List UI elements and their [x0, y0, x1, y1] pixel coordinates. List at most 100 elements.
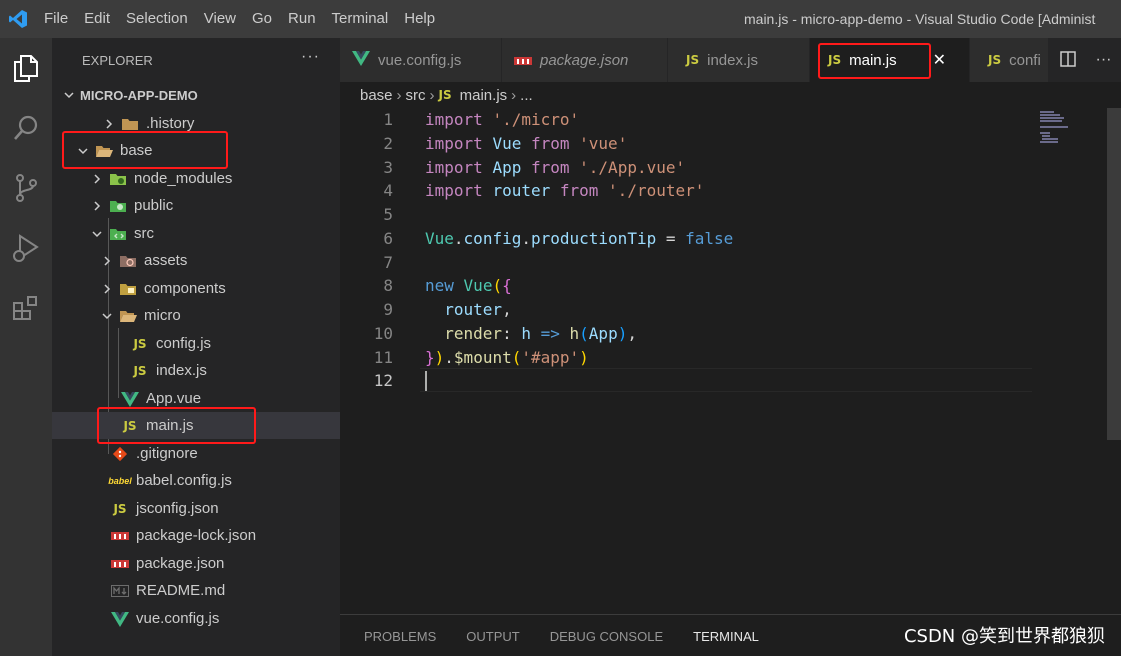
js-file-icon: JS	[438, 88, 452, 102]
minimap-line	[1040, 111, 1054, 113]
minimap-line	[1040, 120, 1062, 122]
menu-run[interactable]: Run	[280, 0, 324, 38]
more-actions-icon[interactable]: ···	[1096, 51, 1112, 69]
menu-file[interactable]: File	[36, 0, 76, 38]
code-editor[interactable]: 1 2 3 4 5 6 7 8 9 10 11 12 import './mic…	[340, 108, 1121, 614]
tree-item-label: micro	[144, 307, 181, 324]
tree-item-package-lock[interactable]: package-lock.json	[52, 522, 340, 549]
vscode-logo-icon	[0, 0, 36, 38]
line-number: 4	[383, 181, 393, 200]
line-number: 11	[373, 348, 393, 367]
babel-file-icon: babel	[108, 475, 132, 486]
line-number: 9	[383, 300, 393, 319]
tree-item-gitignore[interactable]: .gitignore	[52, 440, 340, 467]
chevron-right-icon	[90, 172, 104, 186]
tree-item-label: jsconfig.json	[136, 500, 219, 517]
chevron-right-icon	[100, 282, 114, 296]
code-line: router,	[444, 300, 512, 319]
search-icon[interactable]	[0, 98, 52, 158]
vue-file-icon	[352, 50, 370, 70]
src-folder-icon	[108, 225, 128, 243]
tab-label: vue.config.js	[378, 51, 462, 69]
activity-bar	[0, 38, 52, 656]
explorer-icon[interactable]	[0, 38, 52, 98]
run-debug-icon[interactable]	[0, 218, 52, 278]
split-editor-icon[interactable]	[1059, 50, 1077, 71]
tab-package-json[interactable]: package.json	[502, 38, 668, 82]
tree-item-label: App.vue	[146, 390, 202, 407]
chevron-right-icon	[90, 199, 104, 213]
minimap-line	[1040, 117, 1064, 119]
minimap-line	[1042, 135, 1050, 137]
breadcrumb-item[interactable]: base	[360, 87, 393, 104]
tree-item-babel-config[interactable]: babel babel.config.js	[52, 467, 340, 494]
tab-debug-console[interactable]: DEBUG CONSOLE	[550, 615, 663, 656]
markdown-file-icon	[110, 582, 130, 600]
tab-problems[interactable]: PROBLEMS	[364, 615, 436, 656]
tree-item-vue-config[interactable]: vue.config.js	[52, 605, 340, 632]
line-number: 10	[373, 324, 393, 343]
project-root[interactable]: MICRO-APP-DEMO	[52, 82, 340, 108]
breadcrumb-item[interactable]: ...	[520, 87, 533, 104]
tab-vue-config[interactable]: vue.config.js	[340, 38, 502, 82]
window-title: main.js - micro-app-demo - Visual Studio…	[744, 11, 1096, 27]
tree-item-readme[interactable]: README.md	[52, 577, 340, 604]
explorer-header: EXPLORER ···	[52, 38, 340, 82]
watermark: CSDN @笑到世界都狼狈	[903, 626, 1105, 647]
folder-open-icon	[118, 307, 138, 325]
tab-index-js[interactable]: JS index.js	[668, 38, 810, 82]
chevron-down-icon	[62, 88, 76, 102]
minimap-line	[1040, 141, 1058, 143]
extensions-icon[interactable]	[0, 278, 52, 338]
tree-item-jsconfig[interactable]: JS jsconfig.json	[52, 495, 340, 522]
npm-file-icon	[514, 52, 532, 69]
tree-item-public[interactable]: public	[52, 192, 340, 219]
editor-actions: ···	[1049, 38, 1121, 82]
minimap[interactable]	[1037, 108, 1121, 614]
tree-item-micro[interactable]: micro	[52, 302, 340, 329]
tab-config-js[interactable]: JS confi	[970, 38, 1049, 82]
chevron-right-icon: ›	[396, 86, 402, 104]
breadcrumb-item[interactable]: src	[406, 87, 426, 104]
tree-item-label: .history	[146, 115, 195, 132]
menu-go[interactable]: Go	[244, 0, 280, 38]
tree-item-assets[interactable]: assets	[52, 247, 340, 274]
tree-item-label: package-lock.json	[136, 527, 257, 544]
current-line-highlight	[420, 368, 1032, 392]
tree-item-src[interactable]: src	[52, 220, 340, 247]
code-line: }).$mount('#app')	[425, 348, 589, 367]
tree-item-label: package.json	[136, 555, 225, 572]
close-icon[interactable]: ✕	[933, 50, 946, 70]
menu-help[interactable]: Help	[396, 0, 443, 38]
menu-edit[interactable]: Edit	[76, 0, 118, 38]
tree-item-label: babel.config.js	[136, 472, 232, 489]
tree-item-config-js[interactable]: JS config.js	[52, 330, 340, 357]
tab-output[interactable]: OUTPUT	[466, 615, 519, 656]
line-number: 8	[383, 276, 393, 295]
tree-item-label: vue.config.js	[136, 610, 220, 627]
js-file-icon: JS	[133, 336, 147, 351]
code-line: render: h => h(App),	[444, 324, 637, 343]
chevron-right-icon	[102, 117, 116, 131]
minimap-line	[1040, 114, 1060, 116]
source-control-icon[interactable]	[0, 158, 52, 218]
tree-item-label: index.js	[156, 362, 207, 379]
explorer-title: EXPLORER	[82, 52, 153, 68]
tree-item-node-modules[interactable]: node_modules	[52, 165, 340, 192]
more-actions-icon[interactable]: ···	[301, 48, 320, 66]
vertical-scrollbar[interactable]	[1107, 108, 1121, 440]
line-number: 3	[383, 158, 393, 177]
tab-terminal[interactable]: TERMINAL	[693, 615, 759, 656]
menu-selection[interactable]: Selection	[118, 0, 196, 38]
vue-file-icon	[120, 390, 140, 408]
tree-item-label: components	[144, 280, 226, 297]
menu-view[interactable]: View	[196, 0, 244, 38]
breadcrumb-item[interactable]: main.js	[460, 87, 508, 104]
chevron-right-icon	[100, 254, 114, 268]
tree-item-index-js[interactable]: JS index.js	[52, 357, 340, 384]
tree-item-components[interactable]: components	[52, 275, 340, 302]
tree-item-package-json[interactable]: package.json	[52, 550, 340, 577]
code-line: import App from './App.vue'	[425, 158, 686, 177]
editor-tabs: vue.config.js package.json JS index.js J…	[340, 38, 1121, 82]
menu-terminal[interactable]: Terminal	[324, 0, 397, 38]
